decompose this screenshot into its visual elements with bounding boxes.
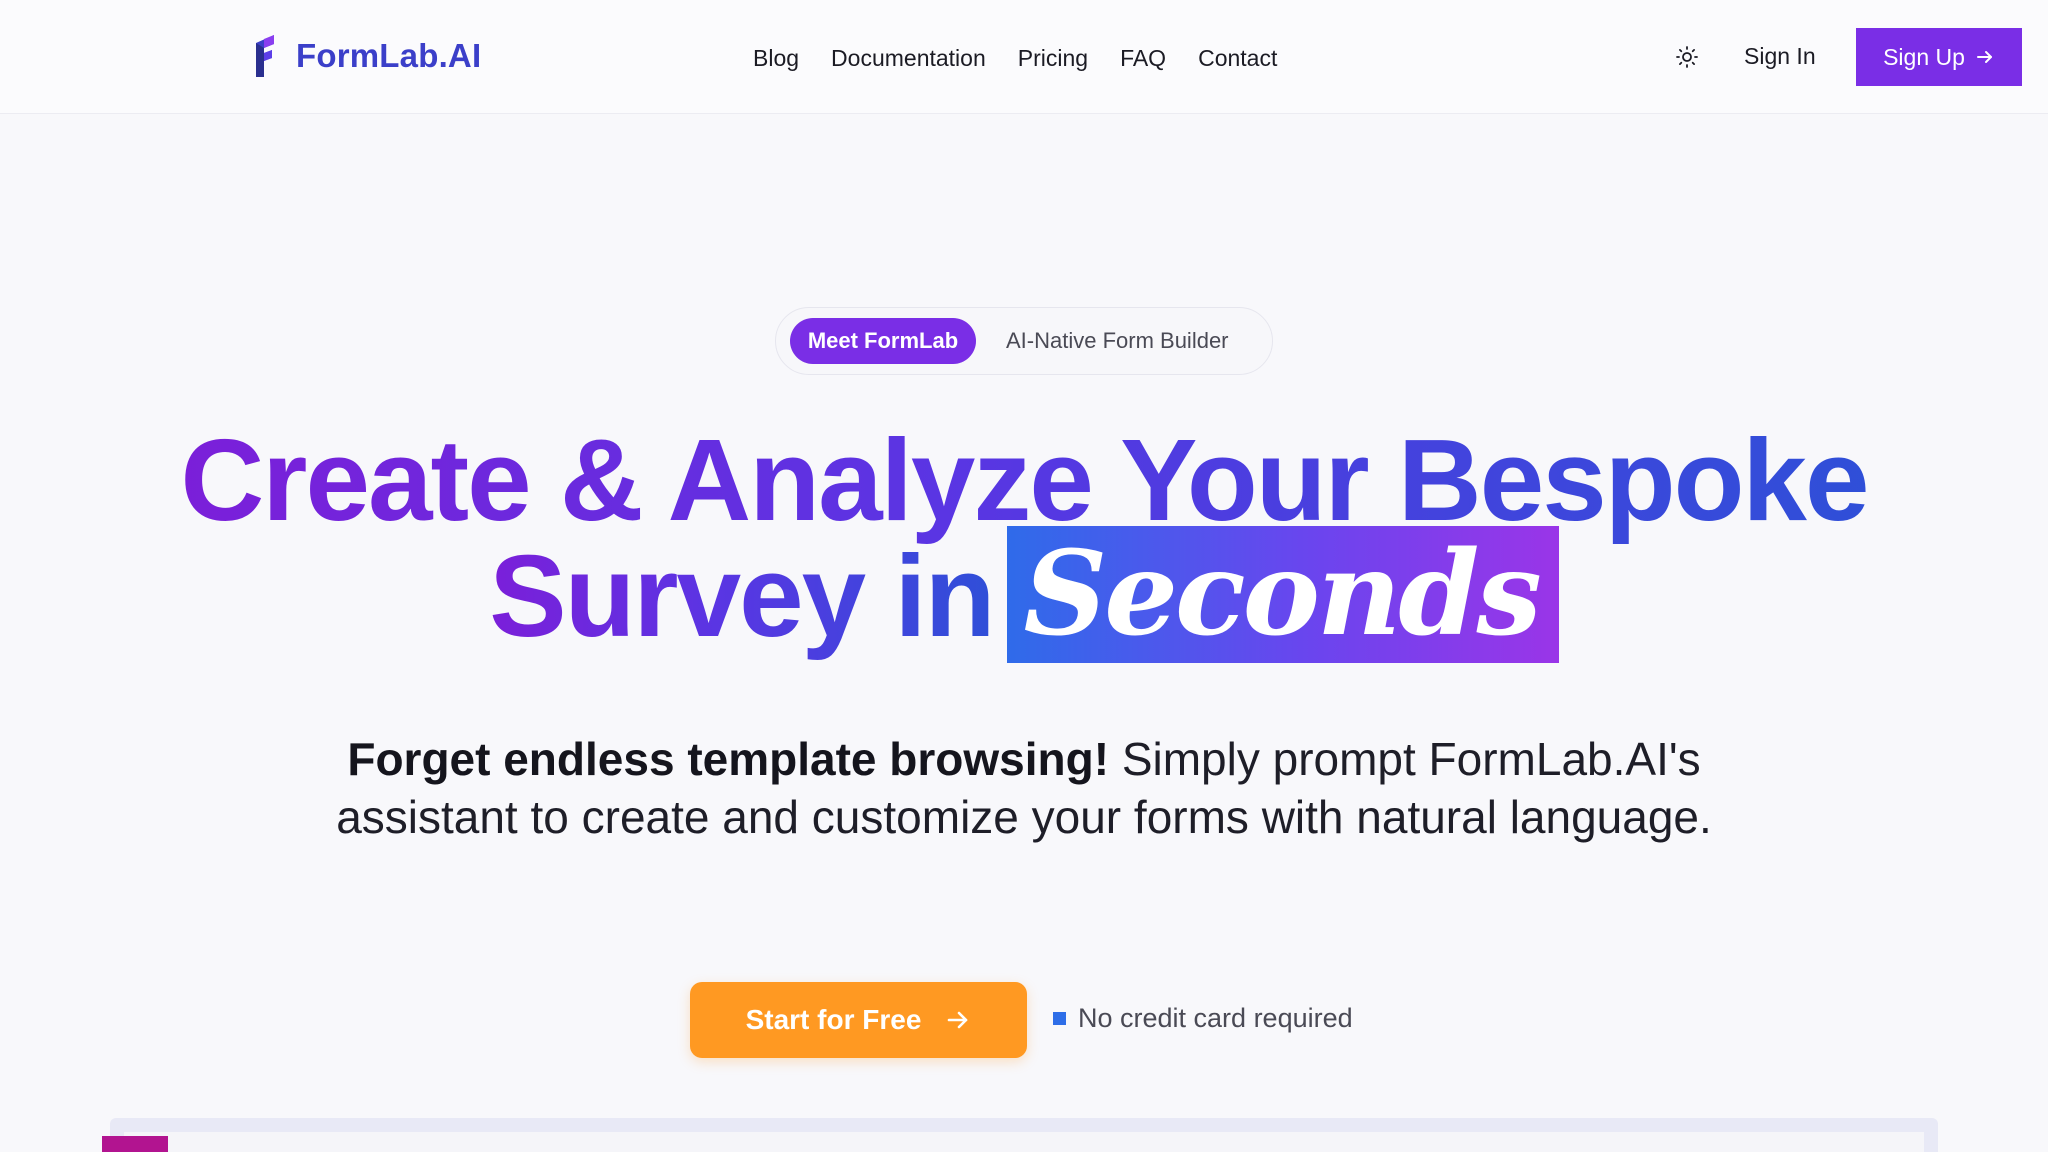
landing-page: FormLab.AI Blog Documentation Pricing FA… <box>0 0 2048 1152</box>
nav-documentation[interactable]: Documentation <box>831 42 986 74</box>
arrow-right-icon <box>1976 51 1992 63</box>
main-nav: Blog Documentation Pricing FAQ Contact <box>753 42 1309 74</box>
sun-icon <box>1676 46 1698 68</box>
top-navbar: FormLab.AI Blog Documentation Pricing FA… <box>0 0 2048 114</box>
no-credit-card-text: No credit card required <box>1078 1003 1353 1033</box>
theme-toggle-button[interactable] <box>1672 42 1702 72</box>
nav-pricing[interactable]: Pricing <box>1018 42 1088 74</box>
headline-line-2-prefix: Survey in <box>489 531 995 661</box>
no-credit-card-note: No credit card required <box>1053 1003 1353 1034</box>
app-preview-dot-grid <box>1480 1136 1940 1152</box>
bullet-square-icon <box>1053 1012 1066 1025</box>
headline-line-2: Survey in Seconds <box>0 526 2048 663</box>
arrow-right-icon <box>948 1011 968 1029</box>
nav-blog[interactable]: Blog <box>753 42 799 74</box>
nav-faq[interactable]: FAQ <box>1120 42 1166 74</box>
hero-badge: Meet FormLab AI-Native Form Builder <box>775 307 1273 375</box>
nav-contact[interactable]: Contact <box>1198 42 1277 74</box>
badge-pill: Meet FormLab <box>790 318 976 364</box>
formlab-logo-icon <box>256 35 274 77</box>
sign-up-button[interactable]: Sign Up <box>1856 28 2022 86</box>
hero-subtitle: Forget endless template browsing! Simply… <box>324 730 1724 846</box>
cta-label: Start for Free <box>745 1004 922 1035</box>
brand-logo[interactable]: FormLab.AI <box>250 34 481 78</box>
subtitle-bold: Forget endless template browsing! <box>347 733 1110 785</box>
app-preview-accent <box>102 1136 168 1152</box>
start-for-free-button[interactable]: Start for Free <box>690 982 1027 1058</box>
headline-highlight: Seconds <box>1007 526 1559 663</box>
brand-name: FormLab.AI <box>296 37 482 74</box>
sign-in-link[interactable]: Sign In <box>1744 40 1816 72</box>
hero-headline: Create & Analyze Your Bespoke Survey in S… <box>0 422 2048 663</box>
badge-text: AI-Native Form Builder <box>1006 328 1229 353</box>
sign-up-label: Sign Up <box>1883 43 1965 70</box>
